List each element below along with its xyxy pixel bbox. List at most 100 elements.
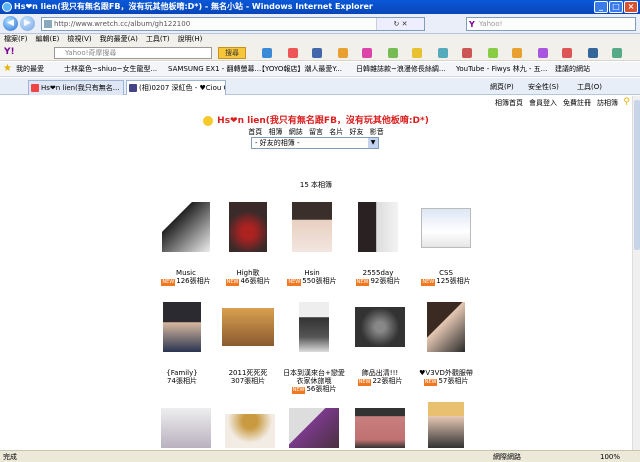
album-thumbnail[interactable] (163, 302, 201, 352)
tab-1[interactable]: Hs❤n lien(我只有無名... (28, 80, 124, 95)
menu-file[interactable]: 檔案(F) (4, 34, 28, 45)
favorite-item[interactable]: 建議的網站 (555, 62, 590, 76)
zoom-level[interactable]: 100% (600, 451, 620, 462)
album-thumbnail[interactable] (299, 302, 329, 352)
album-name[interactable]: Music (176, 269, 196, 277)
favorite-item[interactable]: 日韓雜誌款~浪漫修長絲綢... (356, 62, 446, 76)
vertical-scrollbar[interactable] (632, 96, 640, 450)
yahoo-search-input[interactable]: Yahoo!奇摩搜尋 (54, 47, 212, 59)
favorites-star-icon[interactable]: ★ (3, 63, 12, 75)
link-login[interactable]: 會員登入 (529, 98, 557, 108)
nav-video[interactable]: 影音 (370, 128, 384, 136)
maximize-button[interactable]: □ (609, 1, 623, 13)
menu-edit[interactable]: 編輯(E) (36, 34, 60, 45)
album-item[interactable]: 日本到漢來台+戀愛衣家休旅哦 NEW 56張相片 (282, 302, 346, 394)
toolbar-blog-icon[interactable] (388, 48, 398, 58)
tab-2[interactable]: (相)0207 深紅色 - ♥Ciou C... (126, 80, 226, 95)
nav-album[interactable]: 相簿 (269, 128, 283, 136)
menu-favorites[interactable]: 我的最愛(A) (100, 34, 138, 45)
tools-menu[interactable]: 工具(O) (577, 80, 602, 94)
album-name[interactable]: High歌 (236, 269, 259, 277)
album-thumbnail[interactable] (229, 202, 267, 252)
favorite-item[interactable]: YouTube - Fiwys 林九 - 五... (456, 62, 547, 76)
nav-friends[interactable]: 好友 (349, 128, 363, 136)
link-album-home[interactable]: 相簿首頁 (495, 98, 523, 108)
address-bar[interactable]: http://www.wretch.cc/album/gh122100 ↻ ✕ (41, 17, 425, 31)
nav-card[interactable]: 名片 (329, 128, 343, 136)
album-name[interactable]: Hsin (304, 269, 319, 277)
album-name[interactable]: 飾品出清!!! (362, 369, 398, 377)
toolbar-mail-icon[interactable] (312, 48, 322, 58)
safety-menu[interactable]: 安全性(S) (528, 80, 559, 94)
toolbar-more-icon[interactable] (612, 48, 622, 58)
yahoo-search-button[interactable]: 搜尋 (218, 47, 246, 59)
live-search-input[interactable]: Y Yahoo! (466, 17, 636, 31)
yahoo-logo-icon[interactable]: Y! (4, 47, 15, 57)
page-menu[interactable]: 網頁(P) (490, 80, 514, 94)
album-thumbnail[interactable] (428, 402, 464, 448)
favorite-item[interactable]: 士林棄色~shiuo~女生龍型... (64, 62, 157, 76)
back-button[interactable]: ◀ (3, 16, 18, 31)
refresh-stop-icon[interactable]: ↻ ✕ (376, 18, 424, 30)
toolbar-video-icon[interactable] (538, 48, 548, 58)
album-thumbnail[interactable] (289, 408, 339, 448)
album-name[interactable]: 日本到漢來台+戀愛衣家休旅哦 (283, 369, 345, 385)
album-item[interactable] (282, 408, 346, 450)
toolbar-weather-icon[interactable] (488, 48, 498, 58)
link-visit-album[interactable]: 訪相簿 (597, 98, 618, 108)
album-item[interactable]: CSS NEW 125張相片 (414, 202, 478, 286)
album-thumbnail[interactable] (292, 202, 332, 252)
album-name[interactable]: ♥V3VD外觀服帶 (419, 369, 473, 377)
toolbar-heart-icon[interactable] (562, 48, 572, 58)
album-item[interactable] (414, 402, 478, 450)
nav-blog[interactable]: 網誌 (289, 128, 303, 136)
album-item[interactable]: {Family} 74張相片 (150, 302, 214, 385)
scrollbar-thumb[interactable] (634, 100, 640, 250)
album-thumbnail[interactable] (355, 408, 405, 448)
album-name[interactable]: 2555day (363, 269, 394, 277)
menu-help[interactable]: 說明(H) (178, 34, 203, 45)
menu-tools[interactable]: 工具(T) (146, 34, 170, 45)
album-item[interactable] (218, 414, 282, 450)
toolbar-music-icon[interactable] (512, 48, 522, 58)
friend-album-select[interactable]: - 好友的相簿 - ▼ (251, 137, 379, 149)
nav-guestbook[interactable]: 留言 (309, 128, 323, 136)
favorites-label[interactable]: 我的最愛 (16, 62, 44, 76)
album-thumbnail[interactable] (358, 202, 398, 252)
toolbar-auction-icon[interactable] (362, 48, 372, 58)
forward-button[interactable]: ▶ (20, 16, 35, 31)
favorite-item[interactable]: SAMSUNG EX1 - 翻轉螢幕... (168, 62, 261, 76)
album-thumbnail[interactable] (222, 308, 274, 346)
album-name[interactable]: {Family} (166, 369, 197, 377)
toolbar-games-icon[interactable] (462, 48, 472, 58)
album-thumbnail[interactable] (162, 202, 210, 252)
album-thumbnail[interactable] (427, 302, 465, 352)
album-item[interactable]: ♥V3VD外觀服帶 NEW 57張相片 (414, 302, 478, 386)
album-item[interactable]: 飾品出清!!! NEW 22張相片 (348, 302, 412, 386)
toolbar-app-icon[interactable] (262, 48, 272, 58)
album-item[interactable] (154, 408, 218, 450)
toolbar-chat-icon[interactable] (412, 48, 422, 58)
search-icon[interactable]: ⚲ (623, 97, 630, 107)
album-item[interactable]: Hsin NEW 550張相片 (280, 202, 344, 286)
minimize-button[interactable]: _ (594, 1, 608, 13)
album-thumbnail[interactable] (355, 307, 405, 347)
album-name[interactable]: CSS (439, 269, 453, 277)
album-item[interactable] (348, 408, 412, 450)
nav-home[interactable]: 首頁 (248, 128, 262, 136)
toolbar-answers-icon[interactable] (438, 48, 448, 58)
menu-view[interactable]: 檢視(V) (67, 34, 91, 45)
album-name[interactable]: 2011死死死 (229, 369, 268, 377)
close-button[interactable]: × (624, 1, 638, 13)
album-item[interactable]: 2011死死死 307張相片 (216, 302, 280, 385)
link-register[interactable]: 免費註冊 (563, 98, 591, 108)
toolbar-news-icon[interactable] (288, 48, 298, 58)
album-item[interactable]: High歌 NEW 46張相片 (216, 202, 280, 286)
toolbar-shop-icon[interactable] (338, 48, 348, 58)
toolbar-pin-icon[interactable] (588, 48, 598, 58)
favorite-item[interactable]: 【YOYO報店】潮人最愛Y... (258, 62, 342, 76)
album-thumbnail[interactable] (161, 408, 211, 448)
album-item[interactable]: 2555day NEW 92張相片 (346, 202, 410, 286)
album-thumbnail[interactable] (225, 414, 275, 448)
album-item[interactable]: Music NEW 126張相片 (154, 202, 218, 286)
